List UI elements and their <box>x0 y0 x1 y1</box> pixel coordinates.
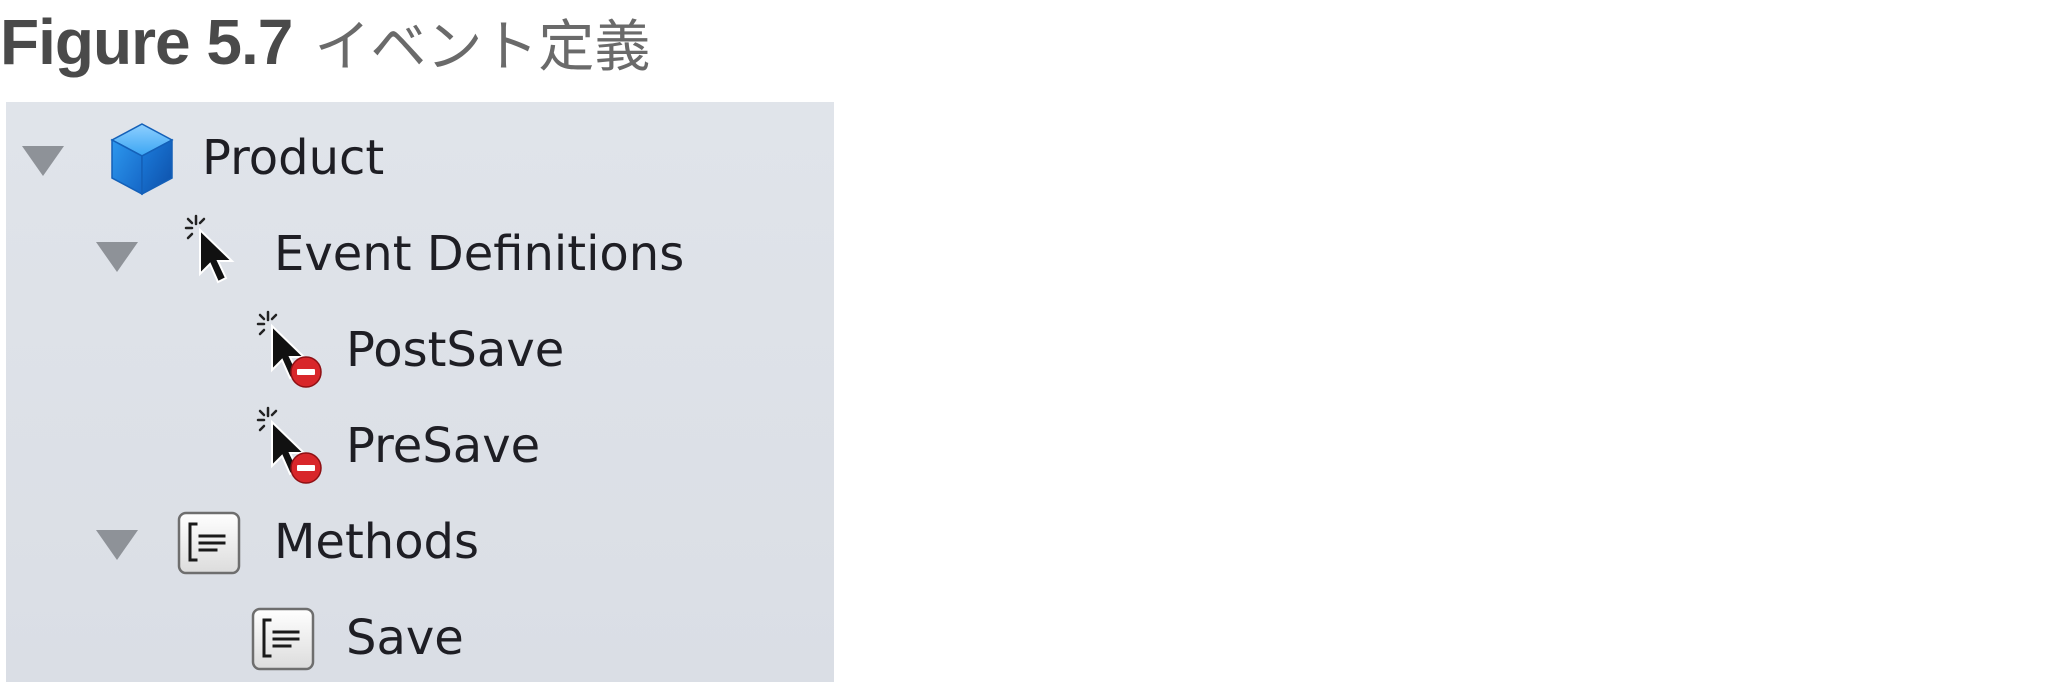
disclosure-triangle-icon[interactable] <box>96 530 138 560</box>
entity-cube-icon <box>106 120 178 202</box>
method-document-icon <box>250 606 316 676</box>
outline-tree: Product Event Definitions PostSave PreSa… <box>6 102 834 682</box>
tree-item-label: Event Definitions <box>274 226 685 282</box>
figure-number: Figure 5.7 <box>0 6 293 78</box>
tree-item-save[interactable]: Save <box>6 590 834 686</box>
tree-item-label: PreSave <box>346 418 541 474</box>
tree-item-event-definitions[interactable]: Event Definitions <box>6 206 834 302</box>
disclosure-triangle-icon[interactable] <box>96 242 138 272</box>
event-cursor-error-icon <box>254 404 326 492</box>
tree-item-postsave[interactable]: PostSave <box>6 302 834 398</box>
disclosure-triangle-icon[interactable] <box>22 146 64 176</box>
method-document-icon <box>176 510 242 580</box>
event-cursor-icon <box>182 212 248 296</box>
tree-item-methods[interactable]: Methods <box>6 494 834 590</box>
tree-item-presave[interactable]: PreSave <box>6 398 834 494</box>
figure-caption: Figure 5.7 イベント定義 <box>0 0 650 84</box>
tree-item-product[interactable]: Product <box>6 110 834 206</box>
tree-item-label: Save <box>346 610 464 666</box>
tree-item-label: Product <box>202 130 385 186</box>
tree-item-label: PostSave <box>346 322 565 378</box>
tree-item-label: Methods <box>274 514 480 570</box>
figure-title: イベント定義 <box>314 14 651 80</box>
event-cursor-error-icon <box>254 308 326 396</box>
